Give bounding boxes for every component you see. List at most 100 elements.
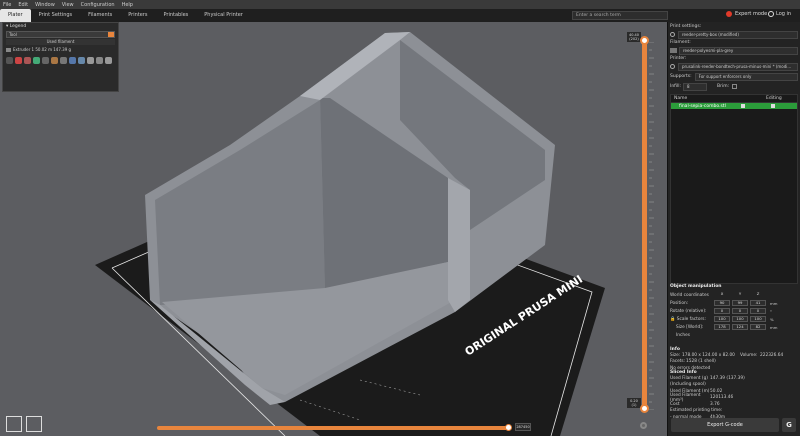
supports-select[interactable]: For support enforcers only (694, 72, 798, 81)
object-list[interactable]: Name Editing final-sepia-combo.stl (670, 94, 798, 284)
menu-configuration[interactable]: Configuration (81, 2, 115, 8)
view-cube-icon[interactable] (26, 416, 42, 432)
custom-gcode-icon[interactable] (78, 57, 85, 64)
world-coordinates-select[interactable]: World coordinates (670, 293, 714, 298)
tab-physical-printer[interactable]: Physical Printer (196, 9, 251, 22)
sliced-value: 3.76 (710, 401, 720, 407)
layer-slider-bottom-thumb[interactable] (640, 404, 649, 413)
printer-label: Printer: (670, 56, 687, 61)
view-type-select[interactable]: Tool (6, 31, 115, 38)
tab-filaments[interactable]: Filaments (80, 9, 120, 22)
lock-icon[interactable]: 🔒 (670, 317, 675, 322)
export-gcode-button[interactable]: Export G-code (671, 418, 779, 432)
print-settings-row: reeder-pretty-box (modified) (670, 30, 798, 39)
printer-radio-icon[interactable] (670, 64, 675, 69)
move-slider-label: 287450 (515, 423, 531, 431)
info-volume-label: Volume: (740, 352, 758, 358)
prusaslicer-window: File Edit Window View Configuration Help… (0, 0, 800, 436)
retraction-icon[interactable] (24, 57, 31, 64)
filament-select[interactable]: reeder-polyesmi-pla-grey (679, 46, 798, 55)
move-slider-track[interactable] (157, 426, 509, 430)
deretraction-icon[interactable] (33, 57, 40, 64)
sidebar: Print settings: reeder-pretty-box (modif… (667, 22, 800, 436)
chevron-down-icon (108, 32, 114, 37)
legend-header[interactable]: ▾ Legend (3, 23, 118, 30)
menu-bar: File Edit Window View Configuration Help (0, 0, 800, 9)
brim-checkbox[interactable] (732, 84, 738, 89)
axis-x-label: X (720, 291, 724, 296)
filament-row: reeder-polyesmi-pla-grey (670, 46, 798, 55)
pause-icon[interactable] (69, 57, 76, 64)
rotate-y-field[interactable]: 0 (732, 308, 748, 314)
slider-settings-icon[interactable] (640, 422, 647, 429)
seams-icon[interactable] (42, 57, 49, 64)
object-list-item[interactable]: final-sepia-combo.stl (671, 103, 797, 109)
scale-y-field[interactable]: 100 (732, 316, 748, 322)
axis-z-label: Z (756, 291, 760, 296)
position-y-field[interactable]: 99 (732, 300, 748, 306)
menu-window[interactable]: Window (35, 2, 55, 8)
layer-slider-track[interactable] (642, 42, 647, 410)
user-icon (768, 11, 774, 17)
tab-plater[interactable]: Plater (0, 9, 31, 22)
expert-mode-toggle[interactable]: Expert mode (726, 11, 767, 17)
tool-marker-icon[interactable] (105, 57, 112, 64)
scale-z-field[interactable]: 100 (750, 316, 766, 322)
object-manipulation-title: Object manipulation (670, 284, 722, 289)
menu-view[interactable]: View (62, 2, 74, 8)
size-y-field[interactable]: 124 (732, 324, 748, 330)
size-x-field[interactable]: 178 (714, 324, 730, 330)
filament-color-swatch[interactable] (670, 48, 677, 53)
inches-checkbox[interactable]: Inches (670, 333, 714, 338)
legend-panel[interactable]: ▾ Legend Tool Used filament Extruder 1 5… (2, 22, 119, 92)
rotate-z-field[interactable]: 0 (750, 308, 766, 314)
layer-slider-top-thumb[interactable] (640, 36, 649, 45)
scale-x-field[interactable]: 100 (714, 316, 730, 322)
tool-change-icon[interactable] (51, 57, 58, 64)
shells-icon[interactable] (96, 57, 103, 64)
object-manipulation: Object manipulation World coordinates X … (670, 284, 798, 339)
col-editing: Editing (766, 96, 782, 101)
position-z-field[interactable]: 41 (750, 300, 766, 306)
travel-icon[interactable] (6, 57, 13, 64)
object-settings-icon[interactable] (741, 104, 745, 108)
legend-extruder-row: Extruder 1 50.02 m 147.39 g (3, 45, 118, 54)
supports-row: Supports: For support enforcers only (670, 72, 798, 81)
login-button[interactable]: Log in (768, 11, 791, 17)
tab-printers[interactable]: Printers (120, 9, 155, 22)
info-size-value: 178.00 x 124.00 x 82.00 (682, 352, 735, 358)
size-label: Size [World]: (676, 324, 704, 330)
position-x-field[interactable]: 90 (714, 300, 730, 306)
size-z-field[interactable]: 82 (750, 324, 766, 330)
color-change-icon[interactable] (60, 57, 67, 64)
legend-extruder-text: Extruder 1 50.02 m 147.39 g (13, 47, 72, 52)
print-settings-select[interactable]: reeder-pretty-box (modified) (678, 30, 798, 39)
view-cube-icon[interactable] (6, 416, 22, 432)
infill-select[interactable]: 8 (683, 82, 708, 91)
object-edit-icon[interactable] (771, 104, 775, 108)
rotate-x-field[interactable]: 0 (714, 308, 730, 314)
tab-print-settings[interactable]: Print Settings (31, 9, 81, 22)
inches-row: Inches (670, 331, 798, 339)
menu-help[interactable]: Help (122, 2, 133, 8)
sliced-info-section: Sliced Info Used Filament (g) 147.39 (137… (670, 370, 798, 421)
brim-label: Brim: (717, 84, 730, 89)
3d-viewport[interactable]: ORIGINAL PRUSA MINI ▾ Legend Tool Used f… (0, 22, 667, 436)
wipe-icon[interactable] (15, 57, 22, 64)
layer-slider[interactable]: 40.40 (202) 0.20 (1) (627, 32, 655, 429)
menu-file[interactable]: File (3, 2, 11, 8)
col-name: Name (674, 96, 688, 101)
printer-row: prusalink-reeder-bondtech-prusa-minus-mi… (670, 62, 798, 71)
view-type-value: Tool (9, 32, 17, 37)
tab-printables[interactable]: Printables (155, 9, 196, 22)
move-slider-thumb[interactable] (505, 424, 512, 431)
search-input[interactable]: Enter a search term (572, 11, 668, 20)
login-label: Log in (776, 11, 792, 17)
printer-select[interactable]: prusalink-reeder-bondtech-prusa-minus-mi… (678, 62, 798, 71)
settings-radio-icon[interactable] (670, 32, 675, 37)
legend-toggle-icons (3, 54, 118, 67)
center-of-gravity-icon[interactable] (87, 57, 94, 64)
menu-edit[interactable]: Edit (18, 2, 28, 8)
axis-y-label: Y (738, 291, 742, 296)
gcode-preview-icon[interactable]: G (782, 418, 796, 432)
